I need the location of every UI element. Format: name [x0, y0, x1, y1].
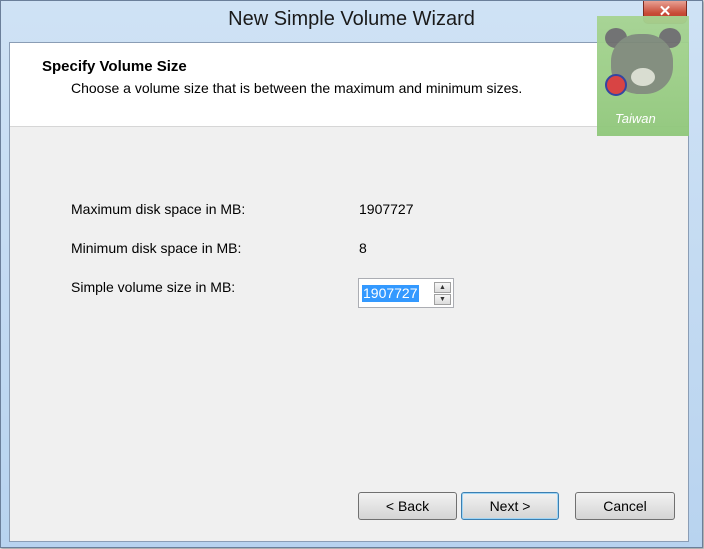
page-subtitle: Choose a volume size that is between the… [71, 80, 523, 96]
spin-down-button[interactable]: ▼ [434, 294, 451, 305]
min-disk-value: 8 [359, 240, 367, 256]
volume-size-input[interactable]: 1907727 [362, 285, 419, 302]
arrow-down-icon: ▼ [439, 296, 446, 303]
next-button[interactable]: Next > [461, 492, 559, 520]
arrow-up-icon: ▲ [439, 284, 446, 291]
taiwan-bear-watermark: Taiwan [597, 16, 689, 136]
cancel-button[interactable]: Cancel [575, 492, 675, 520]
back-button[interactable]: < Back [358, 492, 457, 520]
wizard-header: Specify Volume Size Choose a volume size… [10, 16, 689, 136]
max-disk-label: Maximum disk space in MB: [71, 201, 246, 217]
flag-icon [605, 74, 627, 96]
bear-muzzle-icon [631, 68, 655, 86]
watermark-text: Taiwan [615, 111, 656, 126]
page-title: Specify Volume Size [42, 58, 187, 75]
wizard-window: New Simple Volume Wizard ✕ Specify Volum… [0, 0, 703, 548]
max-disk-value: 1907727 [359, 201, 414, 217]
wizard-content: Specify Volume Size Choose a volume size… [9, 16, 689, 542]
min-disk-label: Minimum disk space in MB: [71, 240, 242, 256]
volume-size-spinbox[interactable]: 1907727 ▲ ▼ [358, 278, 454, 308]
volume-size-label: Simple volume size in MB: [71, 279, 236, 295]
spin-up-button[interactable]: ▲ [434, 282, 451, 293]
